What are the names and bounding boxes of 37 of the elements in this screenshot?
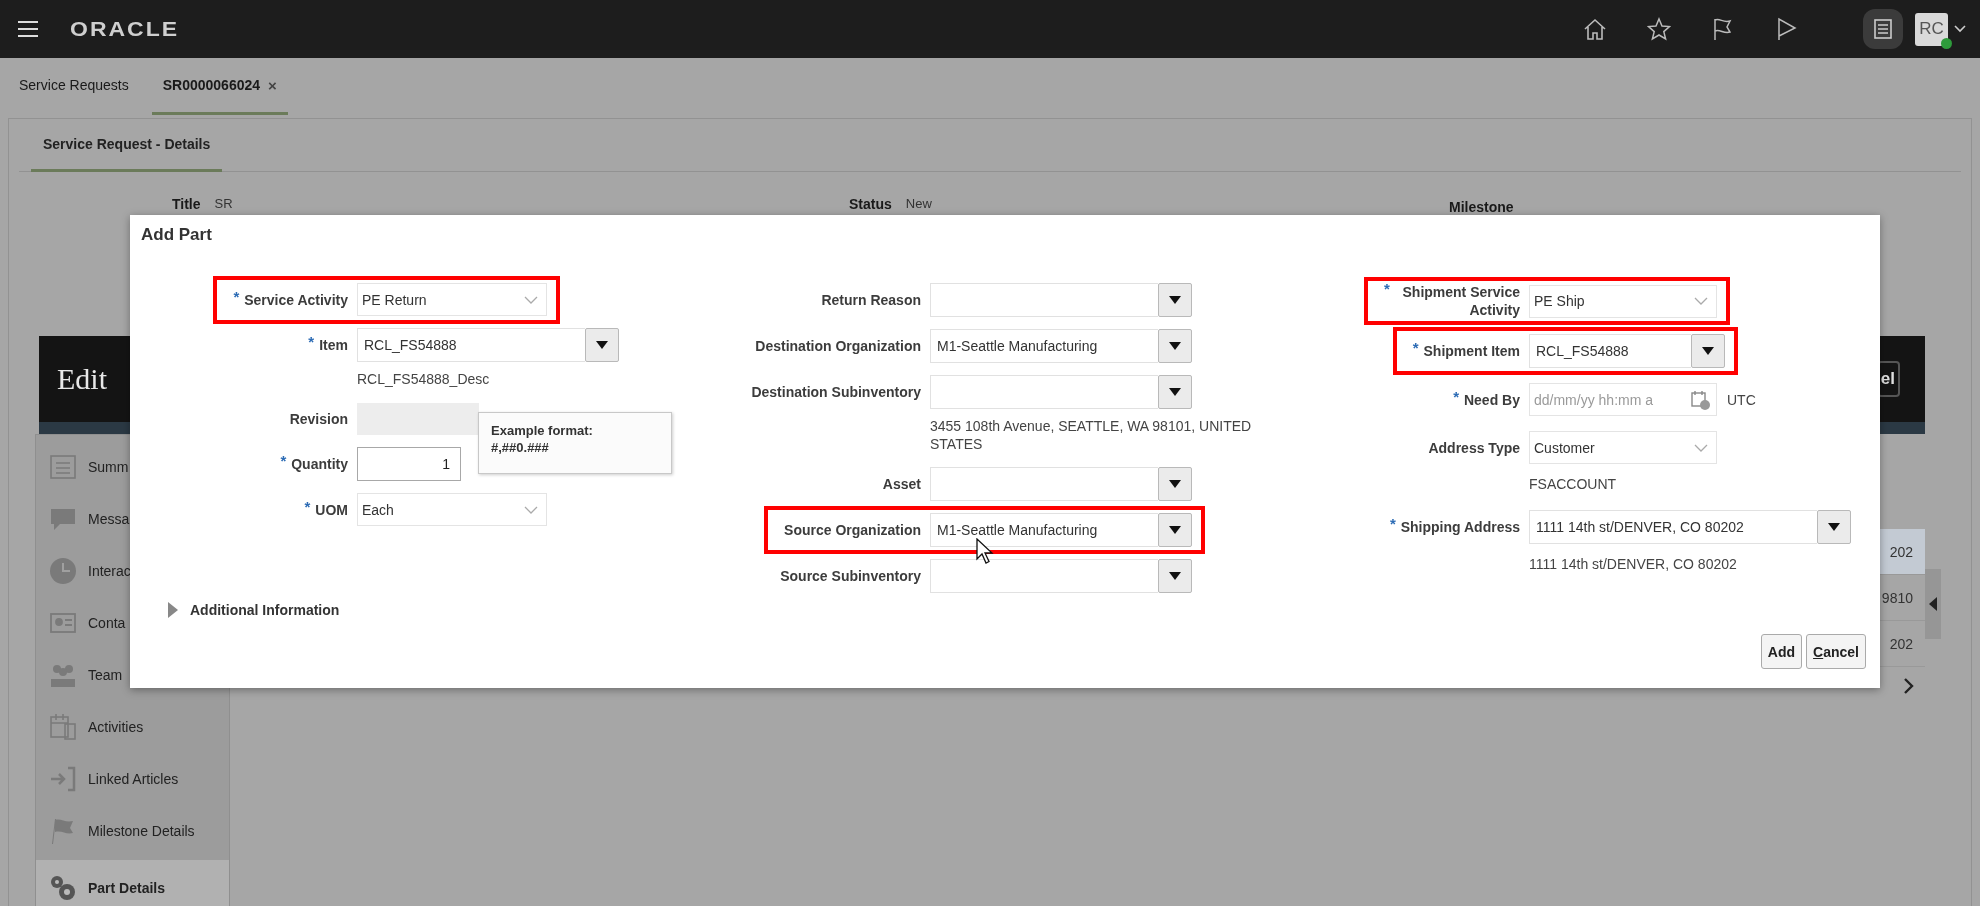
timezone-label: UTC (1727, 391, 1756, 408)
field-label: Shipment Service Activity (1401, 283, 1520, 319)
summary-value: New (905, 196, 932, 212)
field-label: Return Reason (821, 291, 921, 309)
field-label: Asset (882, 475, 921, 493)
field-label: Revision (289, 409, 348, 428)
field-label: Item (319, 336, 348, 354)
banner-title: Edit (57, 362, 107, 396)
summary-value: SR (214, 196, 233, 212)
required-mark: * (233, 290, 240, 303)
field-label: Shipping Address (1400, 518, 1520, 536)
field-note: RCL_FS54888_Desc (357, 370, 491, 388)
required-mark: * (1412, 342, 1419, 354)
field-label: Address Type (1428, 438, 1520, 457)
required-mark: * (1389, 518, 1396, 530)
required-mark: * (1453, 390, 1459, 403)
field-label: Destination Subinventory (751, 383, 921, 401)
required-mark: * (1384, 283, 1390, 295)
field-note: 3455 108th Avenue, SEATTLE, WA 98101, UNITED STATES (930, 417, 1253, 453)
field-label: Source Organization (784, 521, 921, 539)
field-label: Source Subinventory (780, 567, 921, 585)
summary-label: Status (849, 196, 892, 212)
tooltip: Example format: #,##0.### (478, 412, 672, 474)
field-note: FSACCOUNT (1529, 475, 1618, 493)
required-mark: * (308, 336, 315, 348)
field-label: UOM (315, 500, 348, 519)
field-label: Service Activity (244, 290, 348, 309)
field-note: 1111 14th st/DENVER, CO 80202 (1529, 555, 1738, 573)
field-label: Quantity (291, 455, 348, 473)
required-mark: * (280, 455, 287, 467)
field-label: Destination Organization (755, 337, 921, 355)
required-mark: * (304, 500, 311, 513)
summary-label: Title (172, 196, 201, 212)
field-label: Shipment Item (1423, 342, 1520, 360)
summary-label: Milestone (1449, 199, 1514, 215)
dialog-title: Add Part (140, 224, 213, 246)
field-label: Need By (1463, 390, 1520, 409)
